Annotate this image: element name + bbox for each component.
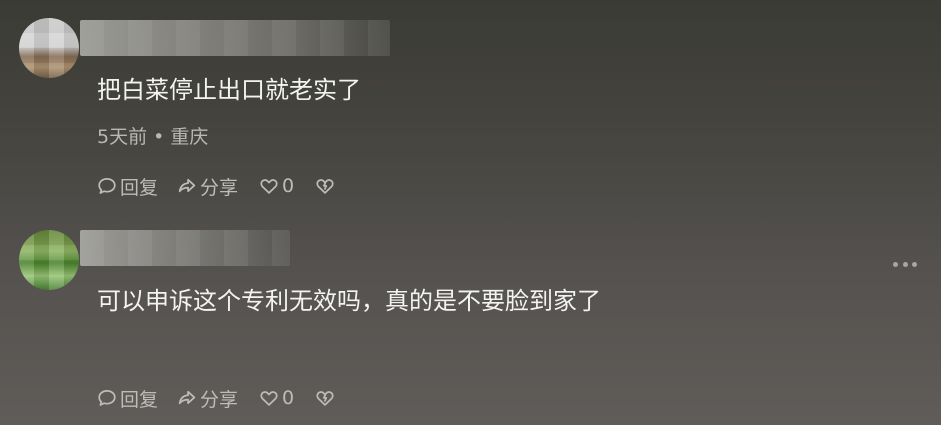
reply-label: 回复	[120, 388, 159, 411]
comment-text: 把白菜停止出口就老实了	[97, 76, 361, 104]
speech-bubble-icon	[98, 389, 116, 406]
speech-bubble-icon	[98, 177, 116, 194]
comment-time: 5天前	[97, 126, 148, 148]
share-arrow-icon	[178, 178, 196, 193]
broken-heart-icon	[316, 179, 334, 194]
username-blurred[interactable]	[80, 230, 290, 266]
reply-button[interactable]: 回复	[96, 385, 158, 412]
comment-location: 重庆	[170, 126, 209, 148]
like-count: 0	[282, 387, 295, 409]
comment-item: 把白菜停止出口就老实了 5天前 • 重庆 回复 分享 0	[0, 0, 941, 212]
avatar[interactable]	[19, 230, 79, 290]
avatar-pixelation	[19, 18, 79, 78]
dislike-button[interactable]	[314, 387, 338, 409]
share-button[interactable]: 分享	[176, 173, 238, 200]
comment-item: 可以申诉这个专利无效吗，真的是不要脸到家了 回复 分享 0	[0, 212, 941, 425]
avatar-pixelation	[19, 230, 79, 290]
heart-outline-icon	[260, 179, 278, 194]
username-blurred[interactable]	[80, 20, 390, 56]
like-button[interactable]: 0	[258, 387, 294, 409]
avatar[interactable]	[19, 18, 79, 78]
separator-dot: •	[153, 126, 165, 148]
more-dots-icon	[893, 261, 898, 267]
comment-text: 可以申诉这个专利无效吗，真的是不要脸到家了	[97, 287, 601, 315]
comment-actions: 回复 分享 0	[96, 383, 354, 413]
reply-label: 回复	[120, 176, 159, 199]
share-arrow-icon	[178, 390, 196, 405]
more-dots-icon	[902, 261, 908, 267]
more-options-button[interactable]	[893, 260, 917, 268]
reply-button[interactable]: 回复	[96, 173, 158, 200]
like-button[interactable]: 0	[258, 175, 294, 197]
broken-heart-icon	[316, 391, 334, 406]
share-label: 分享	[200, 176, 239, 199]
share-button[interactable]: 分享	[176, 385, 238, 412]
like-count: 0	[282, 175, 295, 197]
more-dots-icon	[912, 261, 917, 267]
comment-meta: 5天前 • 重庆	[97, 124, 208, 150]
heart-outline-icon	[260, 391, 278, 406]
dislike-button[interactable]	[314, 175, 338, 197]
comment-actions: 回复 分享 0	[96, 171, 354, 201]
share-label: 分享	[200, 388, 239, 411]
